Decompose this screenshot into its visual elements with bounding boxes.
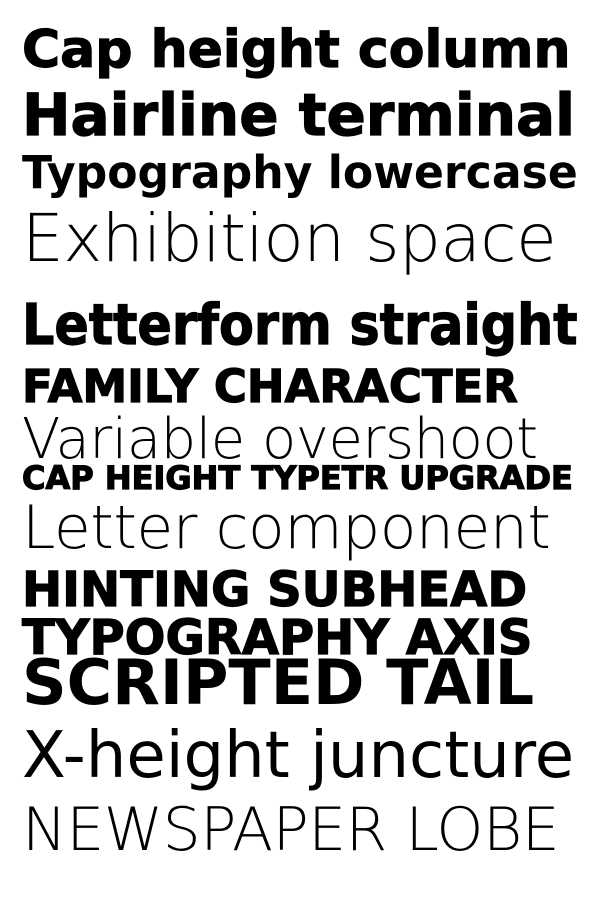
specimen-line-hinting-subhead: HINTING SUBHEAD xyxy=(21,562,528,618)
specimen-line-scripted-tail: SCRIPTED TAIL xyxy=(22,646,535,719)
type-specimen-poster: Cap height column Hairline terminal Typo… xyxy=(0,0,600,900)
specimen-line-typography-lowercase: Typography lowercase xyxy=(22,146,578,199)
specimen-line-family-character: FAMILY CHARACTER xyxy=(21,360,518,413)
specimen-line-exhibition-space: Exhibition space xyxy=(22,200,557,277)
specimen-line-x-height-juncture: X-height juncture xyxy=(22,719,575,793)
specimen-line-letter-component: Letter component xyxy=(22,493,551,563)
specimen-line-letterform-straight: Letterform straight xyxy=(21,293,578,358)
specimen-line-newspaper-lobe: NEWSPAPER LOBE xyxy=(22,795,560,865)
specimen-line-cap-height-typetr-upgrade: CAP HEIGHT TYPETR UPGRADE xyxy=(21,459,573,497)
specimen-line-cap-height-column: Cap height column xyxy=(21,20,571,80)
specimen-line-hairline-terminal: Hairline terminal xyxy=(21,81,576,149)
